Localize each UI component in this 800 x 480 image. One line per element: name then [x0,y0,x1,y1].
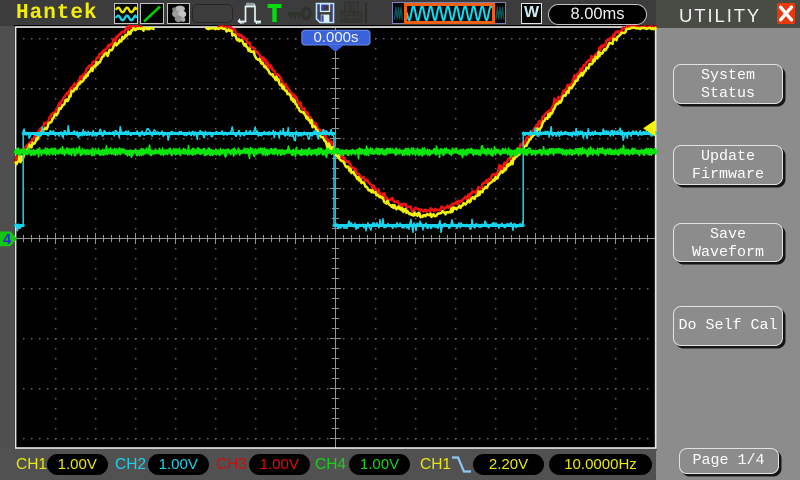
svg-text:4: 4 [3,232,11,248]
svg-text:0.000s: 0.000s [313,29,358,46]
